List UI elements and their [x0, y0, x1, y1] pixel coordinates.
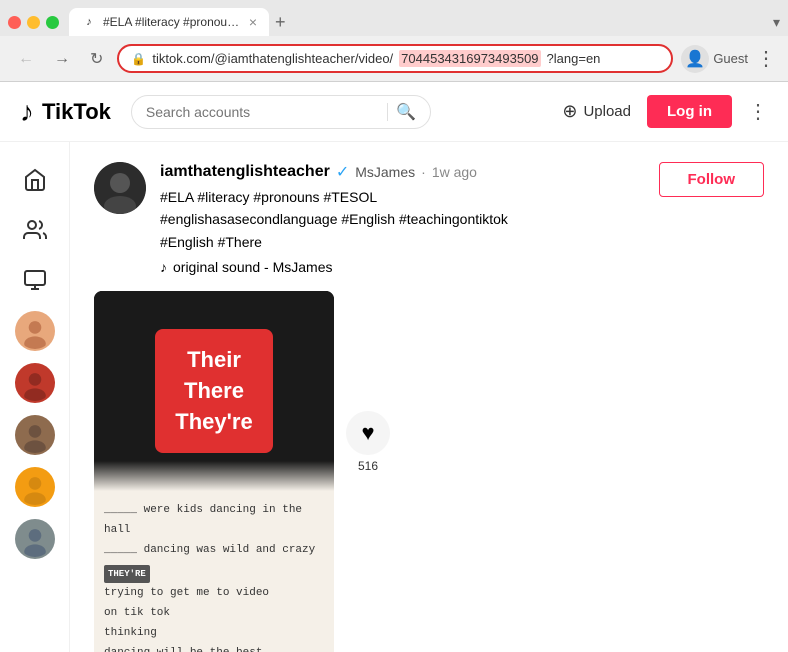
- writing-line-4: on tik tok: [104, 604, 324, 624]
- address-suffix: ?lang=en: [547, 51, 601, 66]
- post-username-line: iamthatenglishteacher ✓ MsJames · 1w ago: [160, 162, 645, 182]
- hashtag-there[interactable]: #English #There: [160, 234, 262, 250]
- sidebar-item-home[interactable]: [13, 158, 57, 202]
- writing-badge: THEY'RE: [104, 565, 150, 583]
- verified-icon: ✓: [336, 162, 349, 182]
- sidebar-avatar-5[interactable]: [15, 519, 55, 559]
- tab-actions-button[interactable]: ▾: [773, 14, 780, 31]
- back-button[interactable]: ←: [12, 46, 40, 72]
- new-tab-button[interactable]: +: [275, 13, 286, 31]
- main-content: iamthatenglishteacher ✓ MsJames · 1w ago…: [70, 142, 788, 652]
- hashtag-ela[interactable]: #ELA #literacy #pronouns #TESOL: [160, 189, 377, 205]
- video-player[interactable]: Their There They're _____ were kids danc…: [94, 291, 334, 652]
- tiktok-logo-text: TikTok: [42, 99, 111, 125]
- sidebar-avatar-1[interactable]: [15, 311, 55, 351]
- post-header: iamthatenglishteacher ✓ MsJames · 1w ago…: [94, 162, 764, 275]
- maximize-button[interactable]: [46, 16, 59, 29]
- address-prefix: tiktok.com/@iamthatenglishteacher/video/: [152, 51, 393, 66]
- writing-line-2: _____ dancing was wild and crazy: [104, 541, 324, 561]
- video-writing-text: _____ were kids dancing in the hall ____…: [104, 501, 324, 652]
- sidebar-item-friends[interactable]: [13, 208, 57, 252]
- video-top-section: Their There They're: [94, 291, 334, 491]
- guest-icon: 👤: [681, 45, 709, 73]
- music-icon: ♪: [160, 259, 167, 275]
- forward-button[interactable]: →: [48, 46, 76, 72]
- login-button[interactable]: Log in: [647, 95, 732, 128]
- tab-title: #ELA #literacy #pronouns #TE...: [103, 15, 243, 29]
- app-body: iamthatenglishteacher ✓ MsJames · 1w ago…: [0, 142, 788, 652]
- writing-line-5: thinking: [104, 624, 324, 644]
- browser-menu-button[interactable]: ⋮: [756, 46, 776, 71]
- video-text-line3: They're: [175, 407, 252, 438]
- tiktok-logo-icon: ♪: [20, 96, 34, 128]
- search-container[interactable]: 🔍: [131, 95, 431, 129]
- address-highlighted: 7044534316973493509: [399, 50, 540, 67]
- reload-button[interactable]: ↻: [84, 45, 109, 73]
- lock-icon: 🔒: [131, 52, 146, 66]
- upload-icon: ⊕: [562, 101, 577, 122]
- address-bar[interactable]: 🔒 tiktok.com/@iamthatenglishteacher/vide…: [117, 44, 673, 73]
- traffic-lights: [8, 16, 59, 29]
- post-avatar[interactable]: [94, 162, 146, 214]
- sidebar: [0, 142, 70, 652]
- video-bottom-section: _____ were kids dancing in the hall ____…: [94, 491, 334, 652]
- video-text-line2: There: [175, 376, 252, 407]
- sidebar-avatar-2[interactable]: [15, 363, 55, 403]
- follow-button[interactable]: Follow: [659, 162, 765, 197]
- writing-line-1: _____ were kids dancing in the hall: [104, 501, 324, 541]
- tab-favicon: ♪: [81, 14, 97, 30]
- post-sound[interactable]: ♪ original sound - MsJames: [160, 259, 645, 275]
- tab-close-button[interactable]: ×: [249, 14, 257, 30]
- post-info: iamthatenglishteacher ✓ MsJames · 1w ago…: [160, 162, 645, 275]
- header-more-button[interactable]: ⋮: [748, 99, 768, 124]
- video-actions: ♥ 516: [346, 291, 390, 473]
- guest-profile[interactable]: 👤 Guest: [681, 45, 748, 73]
- guest-label: Guest: [713, 51, 748, 66]
- sidebar-avatar-4[interactable]: [15, 467, 55, 507]
- search-input[interactable]: [146, 104, 379, 120]
- tiktok-logo[interactable]: ♪ TikTok: [20, 96, 111, 128]
- like-count: 516: [358, 459, 378, 473]
- header-actions: ⊕ Upload Log in ⋮: [562, 95, 768, 128]
- video-text-line1: Their: [175, 345, 252, 376]
- sidebar-avatar-3[interactable]: [15, 415, 55, 455]
- hashtag-english[interactable]: #englishasasecondlanguage #English #teac…: [160, 211, 508, 227]
- sidebar-item-video[interactable]: [13, 258, 57, 302]
- video-overlay-card: Their There They're: [155, 329, 272, 453]
- nav-bar: ← → ↻ 🔒 tiktok.com/@iamthatenglishteache…: [0, 36, 788, 81]
- post-username[interactable]: iamthatenglishteacher: [160, 163, 330, 181]
- tab-bar: ♪ #ELA #literacy #pronouns #TE... × + ▾: [0, 0, 788, 36]
- tiktok-header: ♪ TikTok 🔍 ⊕ Upload Log in ⋮: [0, 82, 788, 142]
- video-container: Their There They're _____ were kids danc…: [94, 291, 764, 652]
- sound-text: original sound - MsJames: [173, 259, 333, 275]
- tiktok-app: ♪ TikTok 🔍 ⊕ Upload Log in ⋮: [0, 82, 788, 652]
- writing-line-6: dancing will be the best: [104, 644, 324, 652]
- search-divider: [387, 103, 388, 121]
- search-icon[interactable]: 🔍: [396, 102, 416, 122]
- active-tab[interactable]: ♪ #ELA #literacy #pronouns #TE... ×: [69, 8, 269, 36]
- post-time-ago: 1w ago: [432, 164, 477, 180]
- upload-button[interactable]: ⊕ Upload: [562, 101, 631, 122]
- close-button[interactable]: [8, 16, 21, 29]
- post-display-name: MsJames: [355, 164, 415, 180]
- writing-line-3: trying to get me to video: [104, 584, 324, 604]
- browser-chrome: ♪ #ELA #literacy #pronouns #TE... × + ▾ …: [0, 0, 788, 82]
- like-button[interactable]: ♥: [346, 411, 390, 455]
- post-description: #ELA #literacy #pronouns #TESOL #english…: [160, 186, 645, 253]
- upload-label: Upload: [583, 103, 631, 120]
- post-time: ·: [421, 164, 426, 180]
- minimize-button[interactable]: [27, 16, 40, 29]
- heart-icon: ♥: [361, 420, 374, 446]
